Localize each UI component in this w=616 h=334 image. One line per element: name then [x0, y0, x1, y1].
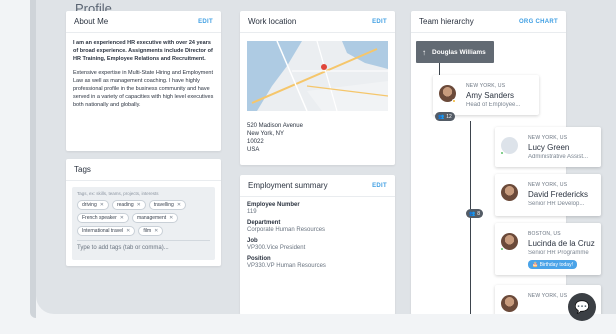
employment-summary-title: Employment summary	[248, 181, 328, 190]
about-me-details: Extensive expertise in Multi-State Hirin…	[73, 70, 214, 108]
field-value: VP330.VP Human Resources	[247, 263, 326, 269]
close-icon[interactable]: ✕	[120, 215, 124, 221]
close-icon[interactable]: ✕	[100, 202, 104, 208]
employee-number-field: Employee Number 119	[240, 202, 395, 215]
person-location: NEW YORK, US	[528, 293, 568, 299]
device-frame: Profile About Me EDIT I am an experience…	[0, 0, 616, 334]
avatar	[501, 295, 518, 312]
tag-chip[interactable]: International travel ✕	[77, 226, 136, 236]
field-value: 119	[247, 209, 257, 215]
department-field: Department Corporate Human Resources	[240, 220, 395, 233]
app-screen: Profile About Me EDIT I am an experience…	[36, 0, 616, 314]
person-card-lucinda-de-la-cruz[interactable]: BOSTON, US Lucinda de la Cruz Senior HR …	[495, 223, 601, 275]
work-location-title: Work location	[248, 17, 297, 26]
tag-label: International travel	[82, 228, 124, 234]
tag-chip[interactable]: travelling ✕	[148, 200, 187, 210]
about-me-card: About Me EDIT I am an experienced HR exe…	[66, 11, 221, 151]
reports-count: 12	[446, 113, 452, 120]
team-hierarchy-title: Team hierarchy	[419, 17, 474, 26]
tags-card: Tags Tags, ex: skills, teams, projects, …	[66, 159, 221, 266]
about-me-edit-button[interactable]: EDIT	[198, 19, 213, 25]
about-me-title: About Me	[74, 17, 109, 26]
tag-label: reading	[116, 202, 134, 208]
arrow-up-icon: ↑	[422, 47, 426, 57]
person-card-amy-sanders[interactable]: NEW YORK, US Amy Sanders Head of Employe…	[433, 75, 539, 115]
address-line: New York, NY	[247, 131, 285, 137]
avatar	[501, 184, 518, 201]
tags-input[interactable]: Type to add tags (tab or comma)...	[77, 240, 210, 251]
manager-button[interactable]: ↑ Douglas Williams	[416, 41, 494, 63]
location-map[interactable]	[247, 41, 388, 111]
team-hierarchy-card: Team hierarchy ORG CHART ↑ Douglas Willi…	[411, 11, 601, 314]
people-icon: 👥	[438, 113, 445, 120]
person-card-david-fredericks[interactable]: NEW YORK, US David Fredericks Senior HR …	[495, 174, 601, 216]
tag-label: travelling	[153, 202, 174, 208]
employment-edit-button[interactable]: EDIT	[372, 183, 387, 189]
tags-editor[interactable]: Tags, ex: skills, teams, projects, inter…	[72, 187, 215, 260]
close-icon[interactable]: ✕	[169, 215, 173, 221]
address-line: USA	[247, 147, 260, 153]
field-label: Department	[247, 220, 281, 226]
tag-label: film	[143, 228, 152, 234]
tag-chip[interactable]: driving ✕	[77, 200, 109, 210]
tag-chip[interactable]: management ✕	[131, 213, 179, 223]
about-me-summary: I am an experienced HR executive with ov…	[73, 40, 213, 62]
tree-connector	[439, 63, 440, 75]
chat-button[interactable]: 💬	[568, 293, 596, 321]
tag-label: management	[136, 215, 167, 221]
person-role: Head of Employee...	[466, 102, 521, 108]
tags-title: Tags	[74, 165, 91, 174]
position-field: Position VP330.VP Human Resources	[240, 256, 395, 269]
reports-count-badge[interactable]: 👥 12	[435, 112, 455, 121]
map-graphic	[247, 41, 388, 111]
birthday-badge: 🎂 Birthday today!	[528, 260, 577, 269]
field-value: VP300.Vice President	[247, 245, 306, 251]
tag-chip[interactable]: French speaker ✕	[77, 213, 129, 223]
badge-label: Birthday today!	[539, 261, 573, 268]
field-value: Corporate Human Resources	[247, 227, 326, 233]
person-name: Lucy Green	[528, 143, 570, 152]
status-dot	[452, 99, 456, 103]
field-label: Job	[247, 238, 258, 244]
tag-label: driving	[82, 202, 97, 208]
org-chart-button[interactable]: ORG CHART	[519, 19, 558, 25]
close-icon[interactable]: ✕	[137, 202, 141, 208]
close-icon[interactable]: ✕	[177, 202, 181, 208]
tag-chip[interactable]: reading ✕	[111, 200, 146, 210]
person-location: NEW YORK, US	[528, 135, 568, 141]
job-field: Job VP300.Vice President	[240, 238, 395, 251]
cake-icon: 🎂	[532, 261, 540, 268]
person-name: Amy Sanders	[466, 91, 515, 100]
close-icon[interactable]: ✕	[154, 228, 158, 234]
address-line: 10022	[247, 139, 264, 145]
person-name: Lucinda de la Cruz	[528, 239, 595, 248]
status-dot	[500, 247, 504, 251]
tags-hint: Tags, ex: skills, teams, projects, inter…	[77, 191, 159, 196]
person-role: Administrative Assist...	[528, 154, 589, 160]
person-location: NEW YORK, US	[466, 83, 506, 89]
person-role: Senior HR Programme	[528, 250, 589, 256]
tag-chip[interactable]: film ✕	[138, 226, 164, 236]
work-location-edit-button[interactable]: EDIT	[372, 19, 387, 25]
reports-count: 8	[477, 210, 481, 217]
person-card-lucy-green[interactable]: NEW YORK, US Lucy Green Administrative A…	[495, 127, 601, 167]
people-icon: 👥	[469, 210, 476, 217]
field-label: Position	[247, 256, 271, 262]
person-location: BOSTON, US	[528, 231, 561, 237]
status-dot	[500, 151, 504, 155]
manager-name: Douglas Williams	[432, 48, 486, 56]
tag-label: French speaker	[82, 215, 117, 221]
close-icon[interactable]: ✕	[126, 228, 130, 234]
person-name: David Fredericks	[528, 190, 589, 199]
work-location-card: Work location EDIT 520 Madison Avenue Ne…	[240, 11, 395, 165]
field-label: Employee Number	[247, 202, 300, 208]
address-line: 520 Madison Avenue	[247, 123, 303, 129]
employment-summary-card: Employment summary EDIT Employee Number …	[240, 175, 395, 314]
person-location: NEW YORK, US	[528, 182, 568, 188]
person-role: Senior HR Develop...	[528, 201, 585, 207]
reports-count-badge[interactable]: 👥 8	[466, 209, 484, 218]
chat-icon: 💬	[574, 300, 590, 314]
work-address: 520 Madison Avenue New York, NY 10022 US…	[247, 122, 303, 154]
